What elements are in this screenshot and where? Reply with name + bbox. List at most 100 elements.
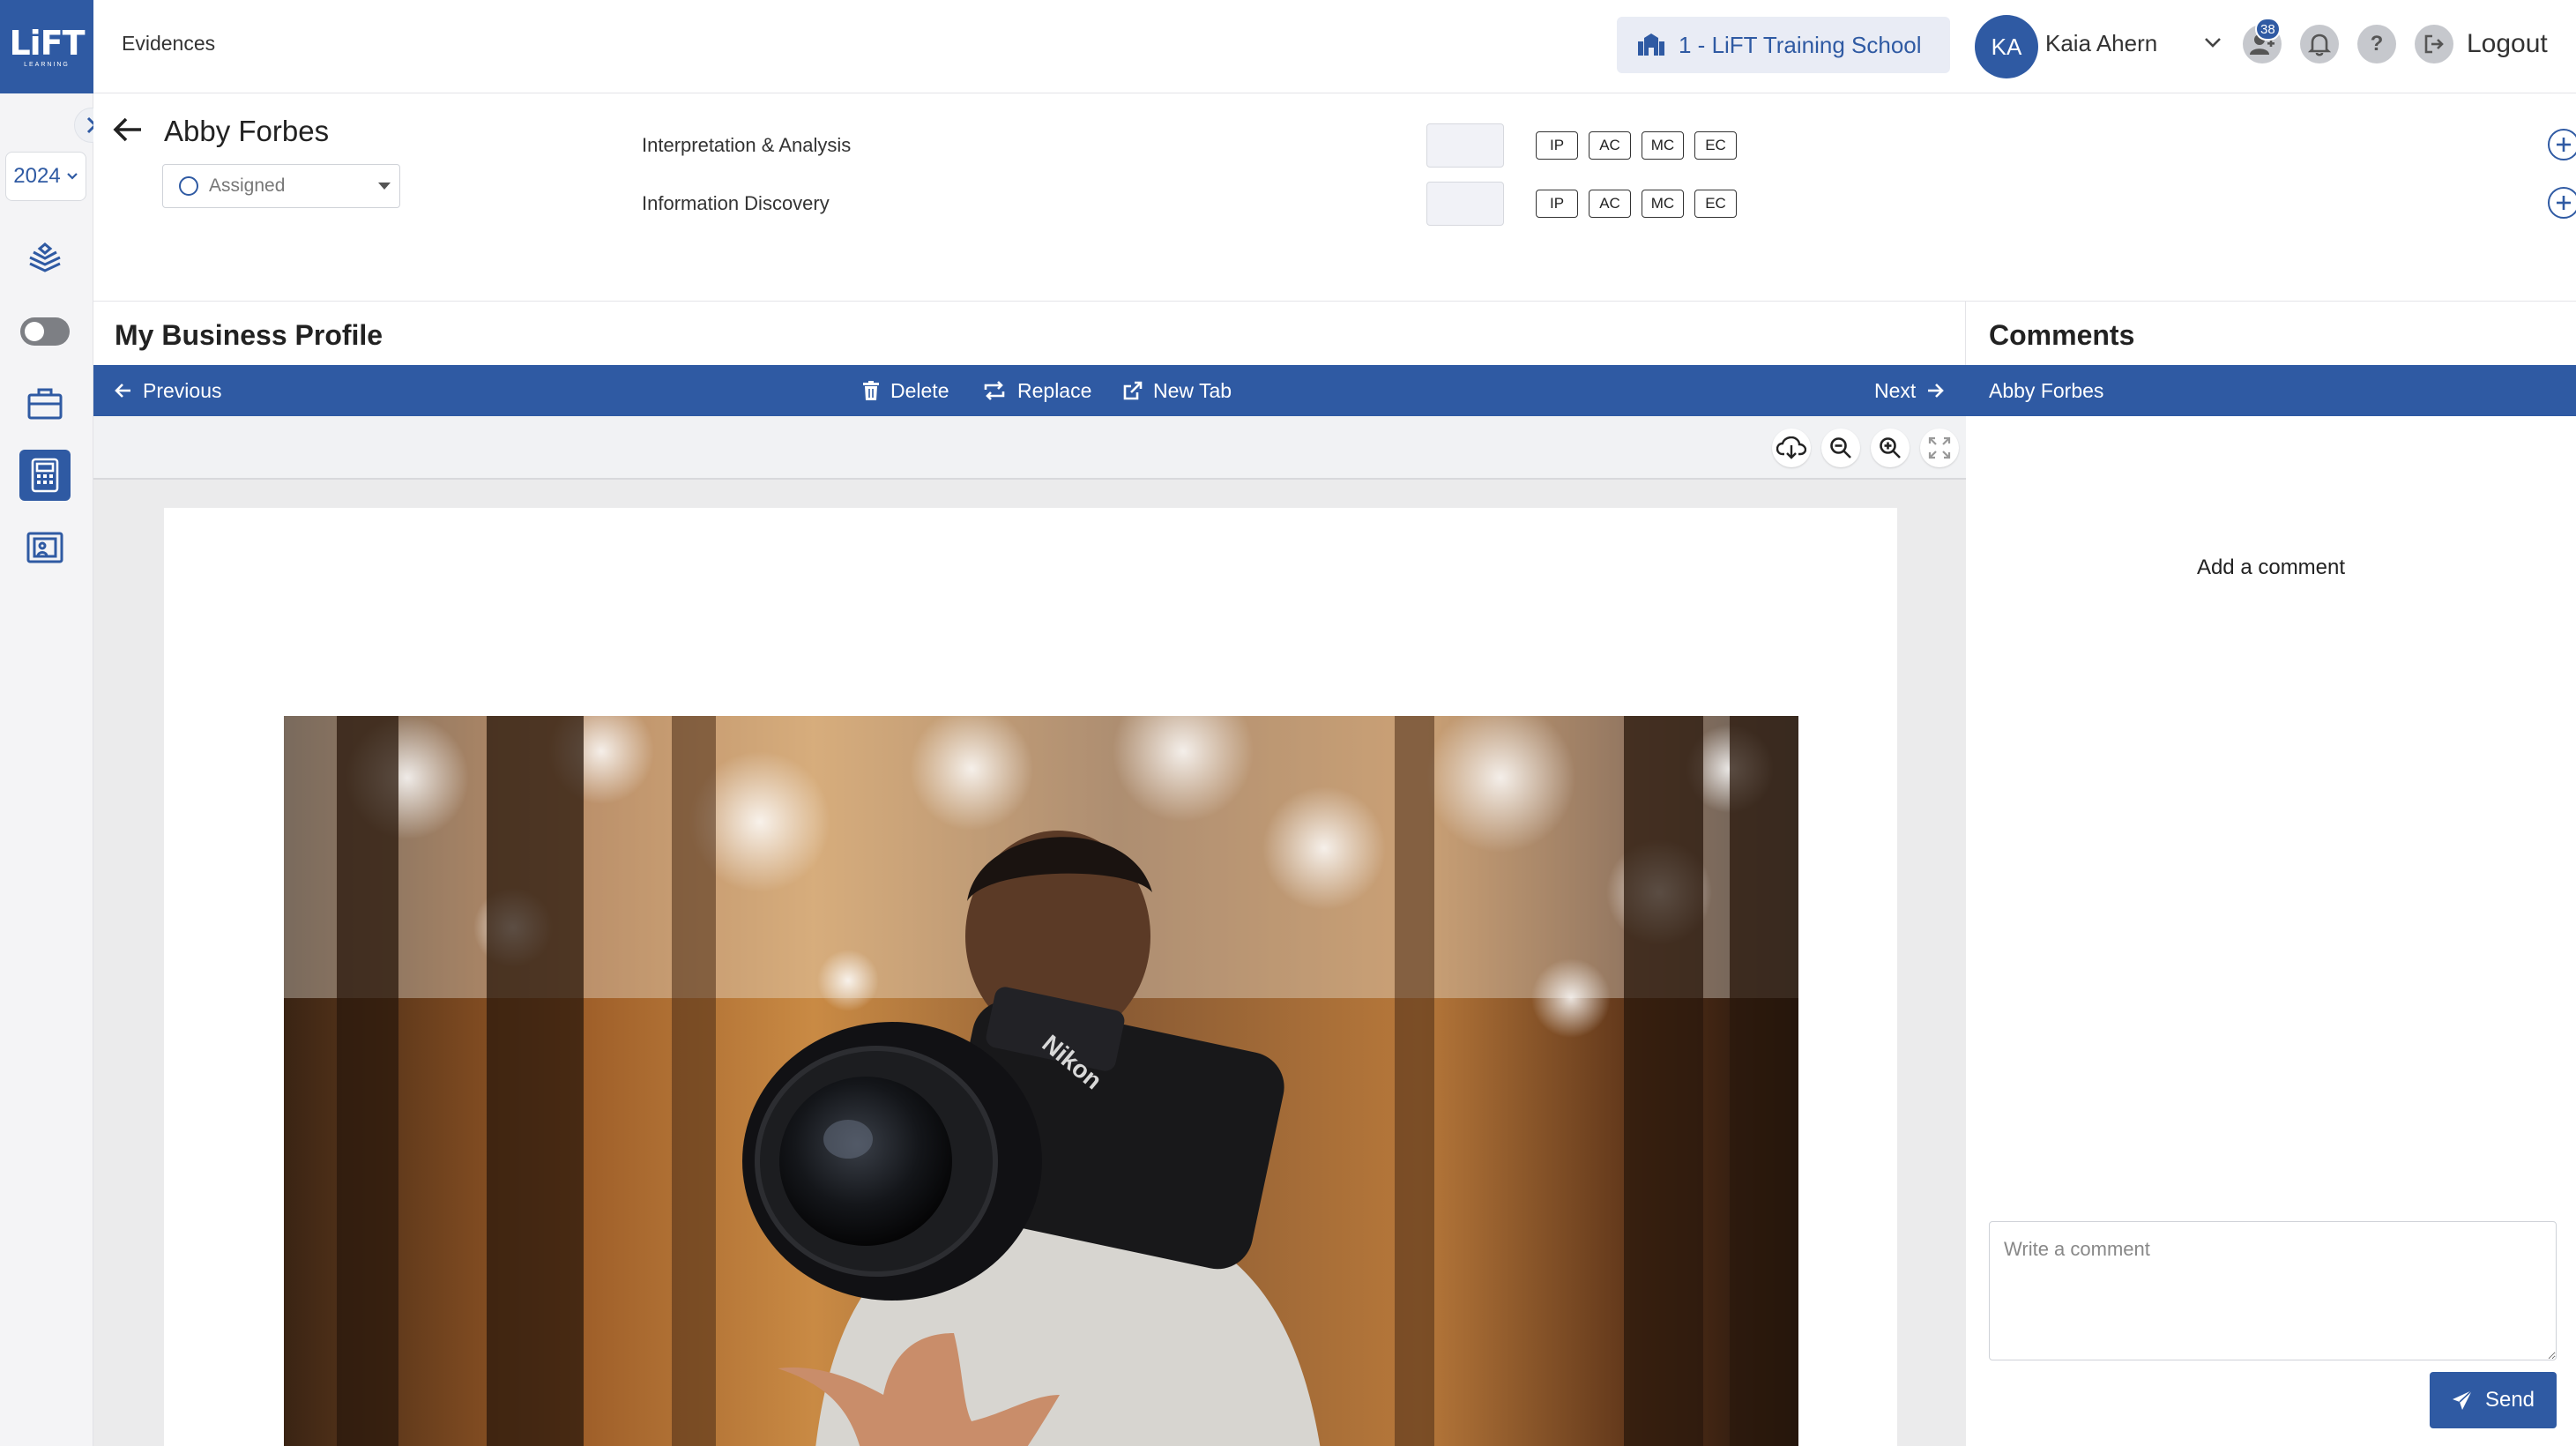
status-value: Assigned xyxy=(209,175,286,196)
breadcrumb[interactable]: Evidences xyxy=(122,32,215,56)
classroom-icon xyxy=(26,532,63,563)
criteria-tag-ip[interactable]: IP xyxy=(1536,131,1578,160)
new-tab-label: New Tab xyxy=(1153,378,1232,402)
plus-icon xyxy=(2557,138,2571,152)
sidebar-item-toggle[interactable] xyxy=(19,306,71,357)
zoom-in-icon xyxy=(1880,437,1901,458)
evidence-viewer: My Business Profile Previous Delete Repl… xyxy=(93,302,1966,1446)
logo-text: LiFT xyxy=(9,23,85,63)
arrow-left-icon xyxy=(115,384,130,398)
viewer-tools xyxy=(93,416,1966,480)
student-header: Abby Forbes Assigned Interpretation & An… xyxy=(93,93,2576,302)
trash-icon xyxy=(863,381,879,400)
logout-link[interactable]: Logout xyxy=(2467,29,2548,59)
toggle-icon xyxy=(20,317,70,346)
sidebar-item-classroom[interactable] xyxy=(19,522,71,573)
criteria-row: Information Discovery IP AC MC EC x1 xyxy=(642,182,2576,226)
top-header: Evidences 1 - LiFT Training School KA Ka… xyxy=(93,0,2576,93)
add-criteria-button[interactable] xyxy=(2548,187,2576,219)
criteria-tag-mc[interactable]: MC xyxy=(1642,190,1684,218)
paper-plane-icon xyxy=(2452,1390,2473,1410)
document-area[interactable]: Nikon xyxy=(93,480,1966,1446)
alerts-button[interactable] xyxy=(2300,25,2339,63)
sidebar-item-briefcase[interactable] xyxy=(19,377,71,429)
camera-photo: Nikon xyxy=(284,716,1798,1446)
evidence-image: Nikon xyxy=(284,716,1798,1446)
arrow-left-icon xyxy=(113,117,141,142)
logout-icon-button[interactable] xyxy=(2415,25,2453,63)
arrow-right-icon xyxy=(1928,384,1945,398)
layers-icon xyxy=(29,242,61,272)
criteria-tag-ip[interactable]: IP xyxy=(1536,190,1578,218)
plus-icon xyxy=(2557,196,2571,210)
replace-button[interactable]: Replace xyxy=(982,365,1091,416)
criteria-tag-ac[interactable]: AC xyxy=(1589,131,1631,160)
school-name: 1 - LiFT Training School xyxy=(1679,31,1922,58)
criteria-tag-ec[interactable]: EC xyxy=(1694,190,1737,218)
sidebar-item-calculator[interactable] xyxy=(19,450,71,501)
sidebar-item-layers[interactable] xyxy=(19,233,71,284)
cloud-download-icon xyxy=(1776,436,1806,459)
evidence-toolbar: Previous Delete Replace New Tab Next xyxy=(93,365,1966,416)
send-label: Send xyxy=(2484,1388,2535,1412)
comments-title: Comments xyxy=(1989,319,2135,351)
student-name: Abby Forbes xyxy=(164,115,330,147)
calculator-icon xyxy=(31,458,59,493)
criteria-tag-ec[interactable]: EC xyxy=(1694,131,1737,160)
briefcase-icon xyxy=(27,388,63,420)
year-select[interactable]: 2024 xyxy=(5,152,86,201)
school-selector-button[interactable]: 1 - LiFT Training School xyxy=(1617,17,1950,73)
notification-badge: 38 xyxy=(2255,18,2281,41)
lift-logo[interactable]: LiFT LEARNING xyxy=(0,0,93,93)
user-menu-chevron[interactable] xyxy=(2202,32,2223,57)
replace-label: Replace xyxy=(1017,378,1092,402)
logo-subtext: LEARNING xyxy=(24,61,70,68)
bell-icon xyxy=(2308,34,2331,56)
fullscreen-icon xyxy=(1928,436,1951,459)
left-sidebar: LiFT LEARNING 2024 xyxy=(0,0,109,1446)
logout-icon xyxy=(2424,34,2444,54)
back-button[interactable] xyxy=(113,116,143,147)
criteria-score-input[interactable] xyxy=(1426,182,1504,226)
next-label: Next xyxy=(1874,378,1917,402)
caret-down-icon xyxy=(378,183,391,190)
criteria-tag-mc[interactable]: MC xyxy=(1642,131,1684,160)
fullscreen-button[interactable] xyxy=(1920,429,1959,467)
school-icon xyxy=(1638,34,1664,56)
status-circle-icon xyxy=(179,176,198,196)
help-button[interactable]: ? xyxy=(2357,25,2396,63)
comment-input[interactable] xyxy=(1989,1221,2557,1360)
new-tab-button[interactable]: New Tab xyxy=(1123,365,1232,416)
comments-panel: Comments Abby Forbes Add a comment Send xyxy=(1966,302,2576,1446)
status-select[interactable]: Assigned xyxy=(162,164,400,208)
user-name[interactable]: Kaia Ahern xyxy=(2045,30,2157,57)
replace-icon xyxy=(984,381,1005,400)
delete-label: Delete xyxy=(890,378,949,402)
previous-button[interactable]: Previous xyxy=(115,365,221,416)
empty-comments-text: Add a comment xyxy=(2196,555,2346,579)
zoom-out-icon xyxy=(1830,437,1851,458)
criteria-tag-ac[interactable]: AC xyxy=(1589,190,1631,218)
avatar[interactable]: KA xyxy=(1975,15,2038,78)
question-icon: ? xyxy=(2370,32,2384,56)
chevron-down-icon xyxy=(2205,38,2221,48)
year-value: 2024 xyxy=(13,164,61,188)
next-button[interactable]: Next xyxy=(1874,365,1945,416)
zoom-in-button[interactable] xyxy=(1871,429,1910,467)
document-page: Nikon xyxy=(164,508,1897,1446)
send-button[interactable]: Send xyxy=(2430,1372,2557,1428)
criteria-score-input[interactable] xyxy=(1426,123,1504,168)
zoom-out-button[interactable] xyxy=(1821,429,1860,467)
delete-button[interactable]: Delete xyxy=(862,365,949,416)
comment-author-bar: Abby Forbes xyxy=(1966,365,2576,416)
previous-label: Previous xyxy=(143,378,222,402)
external-link-icon xyxy=(1123,381,1143,400)
evidence-title: My Business Profile xyxy=(115,319,383,351)
criteria-label: Information Discovery xyxy=(642,192,830,214)
download-button[interactable] xyxy=(1772,429,1811,467)
criteria-row: Interpretation & Analysis IP AC MC EC x1 xyxy=(642,123,2576,168)
add-criteria-button[interactable] xyxy=(2548,129,2576,160)
comment-author: Abby Forbes xyxy=(1989,378,2104,402)
chevron-down-icon xyxy=(66,173,78,180)
criteria-label: Interpretation & Analysis xyxy=(642,134,852,156)
